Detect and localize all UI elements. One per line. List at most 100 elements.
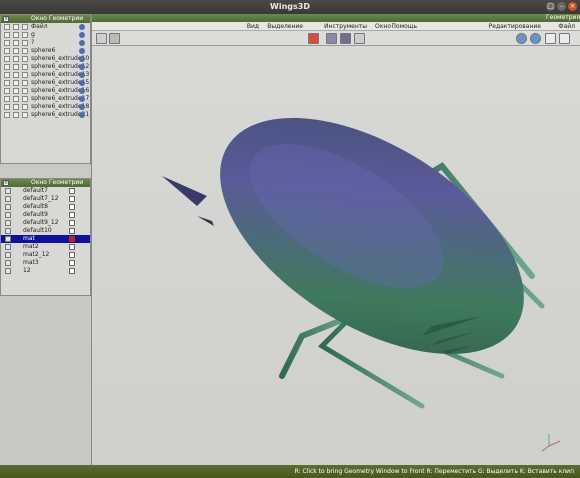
outliner-row[interactable]: sphere6_extrude16 <box>1 87 90 95</box>
minimize-icon[interactable]: – <box>557 2 566 11</box>
lock-icon[interactable] <box>13 112 19 118</box>
close-icon[interactable]: × <box>568 2 577 11</box>
eye-icon[interactable] <box>4 48 10 54</box>
menu-item-tools[interactable]: Инструменты <box>324 22 367 31</box>
material-swatch-icon <box>5 252 11 258</box>
maximize-icon[interactable]: □ <box>546 2 555 11</box>
eye-icon[interactable] <box>4 80 10 86</box>
select-icon[interactable] <box>22 56 28 62</box>
outliner-row[interactable]: sphere6_extrude12 <box>1 63 90 71</box>
object-icon <box>79 24 85 30</box>
lock-icon[interactable] <box>13 48 19 54</box>
select-icon[interactable] <box>22 24 28 30</box>
save-icon[interactable] <box>559 33 570 44</box>
outliner-list: Файл g? sphere6 sphere6_extrude10 sphere6_ex… <box>1 23 90 119</box>
select-icon[interactable] <box>22 32 28 38</box>
outliner-row[interactable]: sphere6_extrude10 <box>1 55 90 63</box>
eye-icon[interactable] <box>4 24 10 30</box>
lock-icon[interactable] <box>13 24 19 30</box>
lock-icon[interactable] <box>13 96 19 102</box>
geometry-list-row[interactable]: default7_12 <box>1 195 90 203</box>
lock-icon[interactable] <box>13 104 19 110</box>
lock-icon[interactable] <box>13 56 19 62</box>
face-select-button[interactable] <box>340 33 351 44</box>
lock-icon[interactable] <box>13 40 19 46</box>
outliner-row[interactable]: sphere6_extrude18 <box>1 103 90 111</box>
outliner-row[interactable]: sphere6_extrude15 <box>1 79 90 87</box>
lock-icon[interactable] <box>13 32 19 38</box>
checkbox-icon[interactable] <box>69 220 75 226</box>
view-ortho-button[interactable] <box>96 33 107 44</box>
geometry-list-row[interactable]: default9 <box>1 211 90 219</box>
select-icon[interactable] <box>22 88 28 94</box>
outliner-row[interactable]: Файл <box>1 23 90 31</box>
object-icon <box>79 72 85 78</box>
outliner-row[interactable]: g <box>1 31 90 39</box>
outliner-row[interactable]: ? <box>1 39 90 47</box>
checkbox-icon[interactable] <box>69 204 75 210</box>
menu-item-window[interactable]: Окно <box>375 22 391 31</box>
outliner-close-icon[interactable]: × <box>3 16 9 22</box>
new-file-icon[interactable] <box>545 33 556 44</box>
menu-item-edit[interactable]: Редактирование <box>489 22 541 31</box>
checkbox-icon[interactable] <box>69 196 75 202</box>
geometry-list-row[interactable]: mat2 <box>1 243 90 251</box>
checkbox-icon[interactable] <box>69 260 75 266</box>
lock-icon[interactable] <box>13 88 19 94</box>
outliner-row[interactable]: sphere6_extrude13 <box>1 71 90 79</box>
outliner-row[interactable]: sphere6_extrude21 <box>1 111 90 119</box>
checkbox-icon[interactable] <box>69 188 75 194</box>
checkbox-icon[interactable] <box>69 236 75 242</box>
menu-item-select[interactable]: Выделение <box>267 22 303 31</box>
eye-icon[interactable] <box>4 56 10 62</box>
geometry-list-row[interactable]: mat3 <box>1 259 90 267</box>
select-icon[interactable] <box>22 48 28 54</box>
outliner-row[interactable]: sphere6 <box>1 47 90 55</box>
select-icon[interactable] <box>22 40 28 46</box>
geometry-list-label: mat3 <box>23 259 39 266</box>
object-icon <box>79 32 85 38</box>
checkbox-icon[interactable] <box>69 244 75 250</box>
geometry-list-row[interactable]: default10 <box>1 227 90 235</box>
redo-icon[interactable] <box>530 33 541 44</box>
menu-item-file[interactable]: Файл <box>558 22 575 31</box>
lock-icon[interactable] <box>13 64 19 70</box>
undo-icon[interactable] <box>516 33 527 44</box>
select-icon[interactable] <box>22 72 28 78</box>
geometry-list-row[interactable]: mat <box>1 235 90 243</box>
eye-icon[interactable] <box>4 96 10 102</box>
menu-item-view[interactable]: Вид <box>247 22 259 31</box>
outliner-row[interactable]: sphere6_extrude17 <box>1 95 90 103</box>
geometry-list-row[interactable]: default7 <box>1 187 90 195</box>
eye-icon[interactable] <box>4 72 10 78</box>
eye-icon[interactable] <box>4 64 10 70</box>
lock-icon[interactable] <box>13 80 19 86</box>
shaded-mode-button[interactable] <box>109 33 120 44</box>
geometry-list-row[interactable]: default9_12 <box>1 219 90 227</box>
select-icon[interactable] <box>22 96 28 102</box>
material-swatch-icon <box>5 244 11 250</box>
lock-icon[interactable] <box>13 72 19 78</box>
checkbox-icon[interactable] <box>69 268 75 274</box>
body-select-button[interactable] <box>354 33 365 44</box>
checkbox-icon[interactable] <box>69 228 75 234</box>
eye-icon[interactable] <box>4 32 10 38</box>
checkbox-icon[interactable] <box>69 212 75 218</box>
edge-select-button[interactable] <box>326 33 337 44</box>
select-icon[interactable] <box>22 80 28 86</box>
geometry-list-row[interactable]: default8 <box>1 203 90 211</box>
eye-icon[interactable] <box>4 40 10 46</box>
eye-icon[interactable] <box>4 104 10 110</box>
select-icon[interactable] <box>22 104 28 110</box>
eye-icon[interactable] <box>4 88 10 94</box>
geometry-list-close-icon[interactable]: × <box>3 180 9 186</box>
geometry-list-row[interactable]: mat2_12 <box>1 251 90 259</box>
eye-icon[interactable] <box>4 112 10 118</box>
geometry-list-row[interactable]: 12 <box>1 267 90 275</box>
vertex-select-button[interactable] <box>308 33 319 44</box>
menu-item-help[interactable]: Помощь <box>391 22 417 31</box>
select-icon[interactable] <box>22 64 28 70</box>
checkbox-icon[interactable] <box>69 252 75 258</box>
select-icon[interactable] <box>22 112 28 118</box>
3d-viewport[interactable] <box>92 46 580 465</box>
